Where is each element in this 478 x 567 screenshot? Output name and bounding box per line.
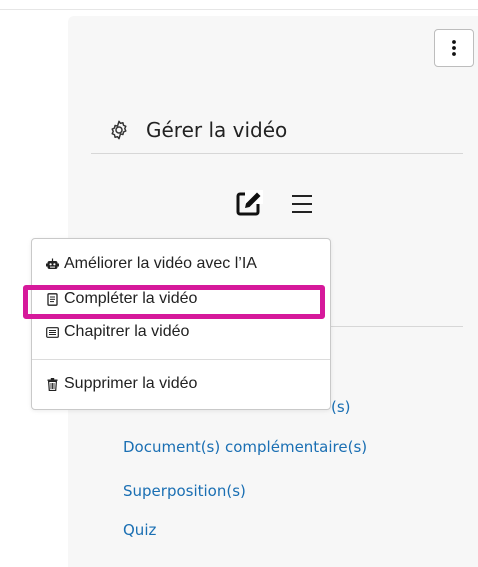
kebab-menu-icon [452,40,456,56]
header-divider [91,153,463,154]
link-partial[interactable]: (s) [331,398,351,416]
menu-item-label: Compléter la vidéo [64,290,198,307]
edit-icon[interactable] [236,190,263,217]
hamburger-icon[interactable] [289,193,315,215]
gear-icon [111,120,127,140]
top-divider [0,9,478,10]
chapters-icon [46,325,59,339]
link-superpositions[interactable]: Superposition(s) [123,482,246,500]
menu-item-complete-video[interactable]: Compléter la vidéo [46,290,197,308]
link-quiz[interactable]: Quiz [123,521,156,539]
more-options-button[interactable] [434,29,474,67]
menu-item-label: Chapitrer la vidéo [64,323,190,340]
menu-item-label: Améliorer la vidéo avec l’IA [64,255,257,272]
menu-divider [32,359,330,360]
link-documents[interactable]: Document(s) complémentaire(s) [123,438,367,456]
menu-item-delete-video[interactable]: Supprimer la vidéo [46,375,197,393]
page-title: Gérer la vidéo [146,118,288,142]
trash-icon [46,377,59,391]
menu-item-label: Supprimer la vidéo [64,375,198,392]
panel-header: Gérer la vidéo [108,114,287,146]
robot-icon [46,257,59,271]
menu-item-chapter-video[interactable]: Chapitrer la vidéo [46,323,189,341]
document-icon [46,292,59,306]
menu-item-improve-ai[interactable]: Améliorer la vidéo avec l’IA [46,255,257,273]
actions-dropdown-menu: Améliorer la vidéo avec l’IA Compléter l… [31,238,331,410]
